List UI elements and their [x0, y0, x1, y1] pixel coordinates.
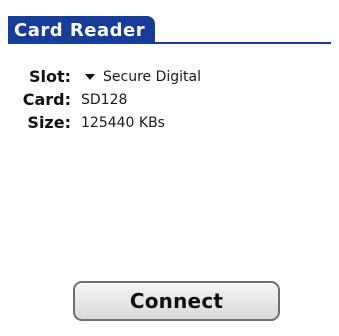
slot-picker[interactable]: Secure Digital	[81, 69, 201, 85]
card-value: SD128	[81, 91, 128, 108]
triangle-down-icon[interactable]	[85, 73, 95, 80]
size-row: Size: 125440 KBs	[16, 111, 316, 134]
card-row: Card: SD128	[16, 88, 316, 111]
connect-button[interactable]: Connect	[73, 281, 280, 321]
size-value: 125440 KBs	[81, 114, 165, 131]
slot-value: Secure Digital	[81, 69, 201, 85]
connect-button-label: Connect	[129, 289, 224, 313]
app-title: Card Reader	[14, 19, 146, 41]
slot-row: Slot: Secure Digital	[16, 65, 316, 88]
size-label: Size:	[27, 113, 71, 132]
slot-selected-value[interactable]: Secure Digital	[103, 69, 201, 85]
title-bar: Card Reader	[0, 10, 339, 50]
card-reader-screen: Card Reader Slot: Secure Digital Card: S…	[0, 0, 339, 336]
title-tab: Card Reader	[8, 16, 156, 44]
card-label: Card:	[22, 90, 71, 109]
title-divider	[8, 42, 331, 44]
card-info-fields: Slot: Secure Digital Card: SD128 Size: 1…	[16, 65, 316, 134]
slot-label: Slot:	[28, 67, 71, 86]
